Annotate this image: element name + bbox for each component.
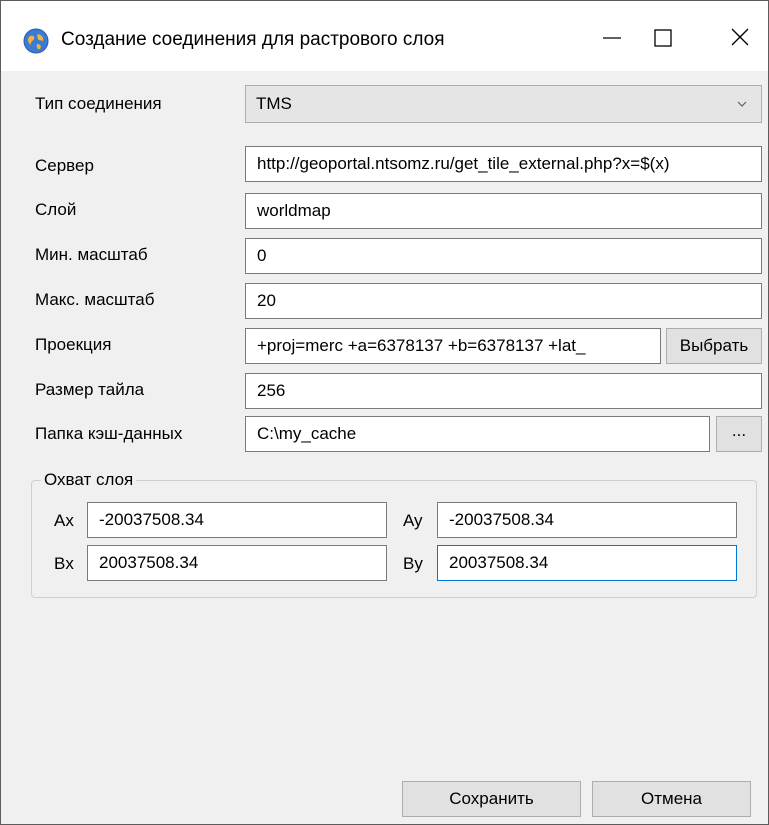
cancel-button[interactable]: Отмена (592, 781, 751, 817)
cache-folder-input[interactable]: C:\my_cache (245, 416, 710, 452)
ax-input[interactable]: -20037508.34 (87, 502, 387, 538)
globe-icon (23, 28, 49, 54)
max-scale-input[interactable]: 20 (245, 283, 762, 319)
minimize-icon (603, 37, 621, 39)
by-label: By (403, 554, 423, 573)
connection-type-label: Тип соединения (35, 94, 162, 113)
layer-label: Слой (35, 200, 77, 219)
ay-input[interactable]: -20037508.34 (437, 502, 737, 538)
browse-folder-button[interactable]: ... (716, 416, 762, 452)
ay-label: Ay (403, 511, 423, 530)
dialog-window: Создание соединения для растрового слоя … (0, 0, 769, 825)
projection-input[interactable]: +proj=merc +a=6378137 +b=6378137 +lat_ (245, 328, 661, 364)
maximize-icon (654, 29, 672, 47)
layer-input[interactable]: worldmap (245, 193, 762, 229)
close-icon (731, 28, 749, 46)
by-input[interactable]: 20037508.34 (437, 545, 737, 581)
server-label: Сервер (35, 156, 94, 175)
close-button[interactable] (711, 15, 767, 61)
minimize-button[interactable] (581, 15, 637, 61)
max-scale-label: Макс. масштаб (35, 290, 155, 309)
chevron-down-icon (737, 101, 747, 107)
window-title: Создание соединения для растрового слоя (61, 29, 445, 50)
ax-label: Ax (54, 511, 74, 530)
maximize-button[interactable] (632, 15, 688, 61)
save-button[interactable]: Сохранить (402, 781, 581, 817)
connection-type-value: TMS (256, 94, 292, 113)
tile-size-label: Размер тайла (35, 380, 145, 399)
title-bar[interactable]: Создание соединения для растрового слоя (1, 1, 768, 71)
tile-size-input[interactable]: 256 (245, 373, 762, 409)
cache-folder-label: Папка кэш-данных (35, 424, 183, 443)
min-scale-input[interactable]: 0 (245, 238, 762, 274)
select-projection-button[interactable]: Выбрать (666, 328, 762, 364)
extent-group-title: Охват слоя (41, 470, 137, 490)
projection-label: Проекция (35, 335, 112, 354)
bx-label: Bx (54, 554, 74, 573)
min-scale-label: Мин. масштаб (35, 245, 148, 264)
bx-input[interactable]: 20037508.34 (87, 545, 387, 581)
server-input[interactable]: http://geoportal.ntsomz.ru/get_tile_exte… (245, 146, 762, 182)
connection-type-select[interactable]: TMS (245, 85, 762, 123)
